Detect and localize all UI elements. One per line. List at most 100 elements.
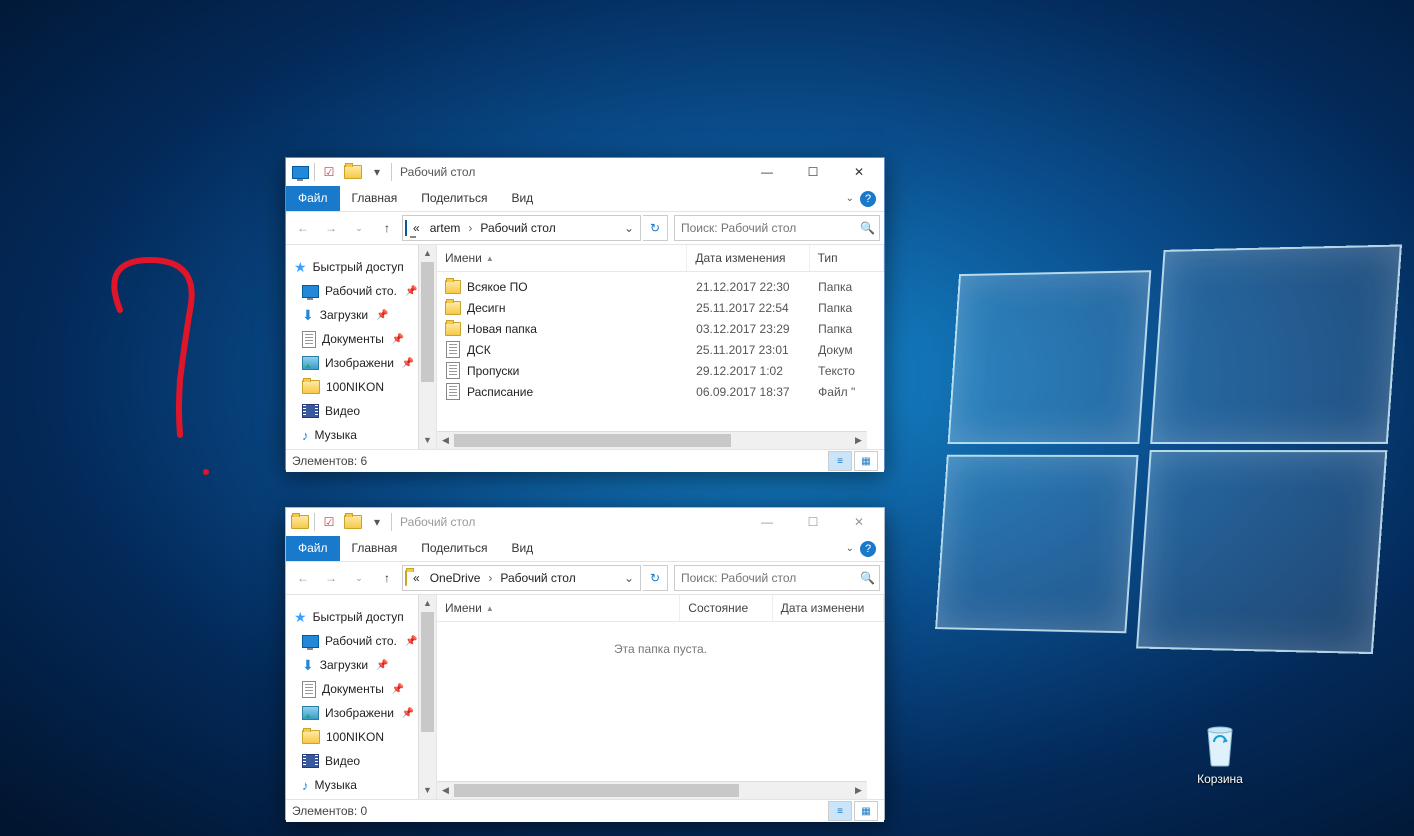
nav-music[interactable]: ♪Музыка <box>286 423 436 447</box>
ribbon-tab-home[interactable]: Главная <box>340 536 410 561</box>
qat-customize-icon[interactable]: ▾ <box>368 163 386 181</box>
nav-music[interactable]: ♪Музыка <box>286 773 436 797</box>
col-state[interactable]: Состояние <box>680 595 772 621</box>
file-list[interactable]: Имени▲ Состояние Дата изменени Эта папка… <box>437 595 884 799</box>
nav-video[interactable]: Видео <box>286 749 436 773</box>
maximize-button[interactable]: ☐ <box>790 508 836 536</box>
search-input[interactable] <box>679 570 860 586</box>
folder-icon <box>302 730 320 744</box>
bc-root[interactable]: « <box>409 571 424 585</box>
bc-seg1[interactable]: artem <box>426 221 465 235</box>
ribbon-tab-file[interactable]: Файл <box>286 186 340 211</box>
ribbon-tab-view[interactable]: Вид <box>499 186 545 211</box>
bc-root[interactable]: « <box>409 221 424 235</box>
ribbon-tab-file[interactable]: Файл <box>286 536 340 561</box>
ribbon-tab-share[interactable]: Поделиться <box>409 186 499 211</box>
maximize-button[interactable]: ☐ <box>790 158 836 186</box>
nav-up-button[interactable]: ↑ <box>374 565 400 591</box>
bc-seg2[interactable]: Рабочий стол <box>496 571 579 585</box>
file-row[interactable]: Расписание06.09.2017 18:37Файл " <box>437 381 884 402</box>
nav-downloads[interactable]: ⬇Загрузки📌 <box>286 303 436 327</box>
view-details-button[interactable]: ≡ <box>828 801 852 821</box>
nav-downloads[interactable]: ⬇Загрузки📌 <box>286 653 436 677</box>
close-button[interactable]: ✕ <box>836 508 882 536</box>
nav-back-button[interactable]: ← <box>290 215 316 241</box>
col-name[interactable]: Имени▲ <box>437 245 687 271</box>
col-date[interactable]: Дата изменения <box>687 245 809 271</box>
qat-customize-icon[interactable]: ▾ <box>368 513 386 531</box>
nav-video[interactable]: Видео <box>286 399 436 423</box>
search-icon[interactable]: 🔍 <box>860 221 875 235</box>
qat-properties-icon[interactable]: ☑ <box>320 163 338 181</box>
system-menu-icon[interactable] <box>291 163 309 181</box>
file-list[interactable]: Имени▲ Дата изменения Тип Всякое ПО21.12… <box>437 245 884 449</box>
desktop[interactable]: Корзина ☑ ▾ Рабочий стол — ☐ ✕ Файл Глав… <box>0 0 1414 836</box>
navigation-pane[interactable]: ★Быстрый доступ Рабочий сто.📌 ⬇Загрузки📌… <box>286 245 437 449</box>
explorer-window-1[interactable]: ☑ ▾ Рабочий стол — ☐ ✕ Файл Главная Поде… <box>285 157 885 470</box>
nav-100nikon[interactable]: 100NIKON <box>286 725 436 749</box>
search-box[interactable]: 🔍 <box>674 215 880 241</box>
ribbon-tab-share[interactable]: Поделиться <box>409 536 499 561</box>
chevron-right-icon[interactable]: › <box>486 571 494 585</box>
system-menu-icon[interactable] <box>291 513 309 531</box>
search-icon[interactable]: 🔍 <box>860 571 875 585</box>
file-row[interactable]: Новая папка03.12.2017 23:29Папка <box>437 318 884 339</box>
ribbon-expand-icon[interactable]: ⌄ <box>846 543 854 554</box>
ribbon-tab-view[interactable]: Вид <box>499 536 545 561</box>
view-details-button[interactable]: ≡ <box>828 451 852 471</box>
col-name[interactable]: Имени▲ <box>437 595 680 621</box>
col-type[interactable]: Тип <box>810 245 884 271</box>
address-bar[interactable]: « artem › Рабочий стол ⌄ <box>402 215 641 241</box>
minimize-button[interactable]: — <box>744 508 790 536</box>
nav-desktop[interactable]: Рабочий сто.📌 <box>286 629 436 653</box>
navpane-scrollbar[interactable]: ▲▼ <box>418 245 436 449</box>
file-row[interactable]: Всякое ПО21.12.2017 22:30Папка <box>437 276 884 297</box>
close-button[interactable]: ✕ <box>836 158 882 186</box>
nav-back-button[interactable]: ← <box>290 565 316 591</box>
file-row[interactable]: ДСК25.11.2017 23:01Докум <box>437 339 884 360</box>
nav-100nikon[interactable]: 100NIKON <box>286 375 436 399</box>
nav-documents[interactable]: Документы📌 <box>286 677 436 701</box>
nav-quick-access[interactable]: ★Быстрый доступ <box>286 255 436 279</box>
minimize-button[interactable]: — <box>744 158 790 186</box>
help-icon[interactable]: ? <box>860 191 876 207</box>
content-hscrollbar[interactable]: ◀▶ <box>437 781 867 799</box>
ribbon-expand-icon[interactable]: ⌄ <box>846 193 854 204</box>
refresh-button[interactable]: ↻ <box>643 565 668 591</box>
address-bar[interactable]: « OneDrive › Рабочий стол ⌄ <box>402 565 641 591</box>
content-hscrollbar[interactable]: ◀▶ <box>437 431 867 449</box>
nav-up-button[interactable]: ↑ <box>374 215 400 241</box>
window-title: Рабочий стол <box>400 165 475 179</box>
recycle-bin-desktop-icon[interactable]: Корзина <box>1185 720 1255 786</box>
col-date[interactable]: Дата изменени <box>773 595 884 621</box>
address-dropdown-icon[interactable]: ⌄ <box>620 221 638 235</box>
view-large-icons-button[interactable]: ▦ <box>854 801 878 821</box>
view-large-icons-button[interactable]: ▦ <box>854 451 878 471</box>
qat-properties-icon[interactable]: ☑ <box>320 513 338 531</box>
ribbon-tab-home[interactable]: Главная <box>340 186 410 211</box>
nav-recent-button[interactable]: ⌄ <box>346 565 372 591</box>
titlebar[interactable]: ☑ ▾ Рабочий стол — ☐ ✕ <box>286 508 884 536</box>
navpane-scrollbar[interactable]: ▲▼ <box>418 595 436 799</box>
navigation-pane[interactable]: ★Быстрый доступ Рабочий сто.📌 ⬇Загрузки📌… <box>286 595 437 799</box>
qat-folder-icon[interactable] <box>344 163 362 181</box>
help-icon[interactable]: ? <box>860 541 876 557</box>
file-row[interactable]: Пропуски29.12.2017 1:02Тексто <box>437 360 884 381</box>
nav-desktop[interactable]: Рабочий сто.📌 <box>286 279 436 303</box>
nav-pictures[interactable]: Изображени📌 <box>286 351 436 375</box>
search-input[interactable] <box>679 220 860 236</box>
nav-recent-button[interactable]: ⌄ <box>346 215 372 241</box>
bc-seg2[interactable]: Рабочий стол <box>476 221 559 235</box>
search-box[interactable]: 🔍 <box>674 565 880 591</box>
nav-quick-access[interactable]: ★Быстрый доступ <box>286 605 436 629</box>
explorer-window-2[interactable]: ☑ ▾ Рабочий стол — ☐ ✕ Файл Главная Поде… <box>285 507 885 820</box>
nav-documents[interactable]: Документы📌 <box>286 327 436 351</box>
refresh-button[interactable]: ↻ <box>643 215 668 241</box>
file-row[interactable]: Десигн25.11.2017 22:54Папка <box>437 297 884 318</box>
titlebar[interactable]: ☑ ▾ Рабочий стол — ☐ ✕ <box>286 158 884 186</box>
nav-pictures[interactable]: Изображени📌 <box>286 701 436 725</box>
chevron-right-icon[interactable]: › <box>466 221 474 235</box>
address-dropdown-icon[interactable]: ⌄ <box>620 571 638 585</box>
qat-folder-icon[interactable] <box>344 513 362 531</box>
bc-seg1[interactable]: OneDrive <box>426 571 485 585</box>
